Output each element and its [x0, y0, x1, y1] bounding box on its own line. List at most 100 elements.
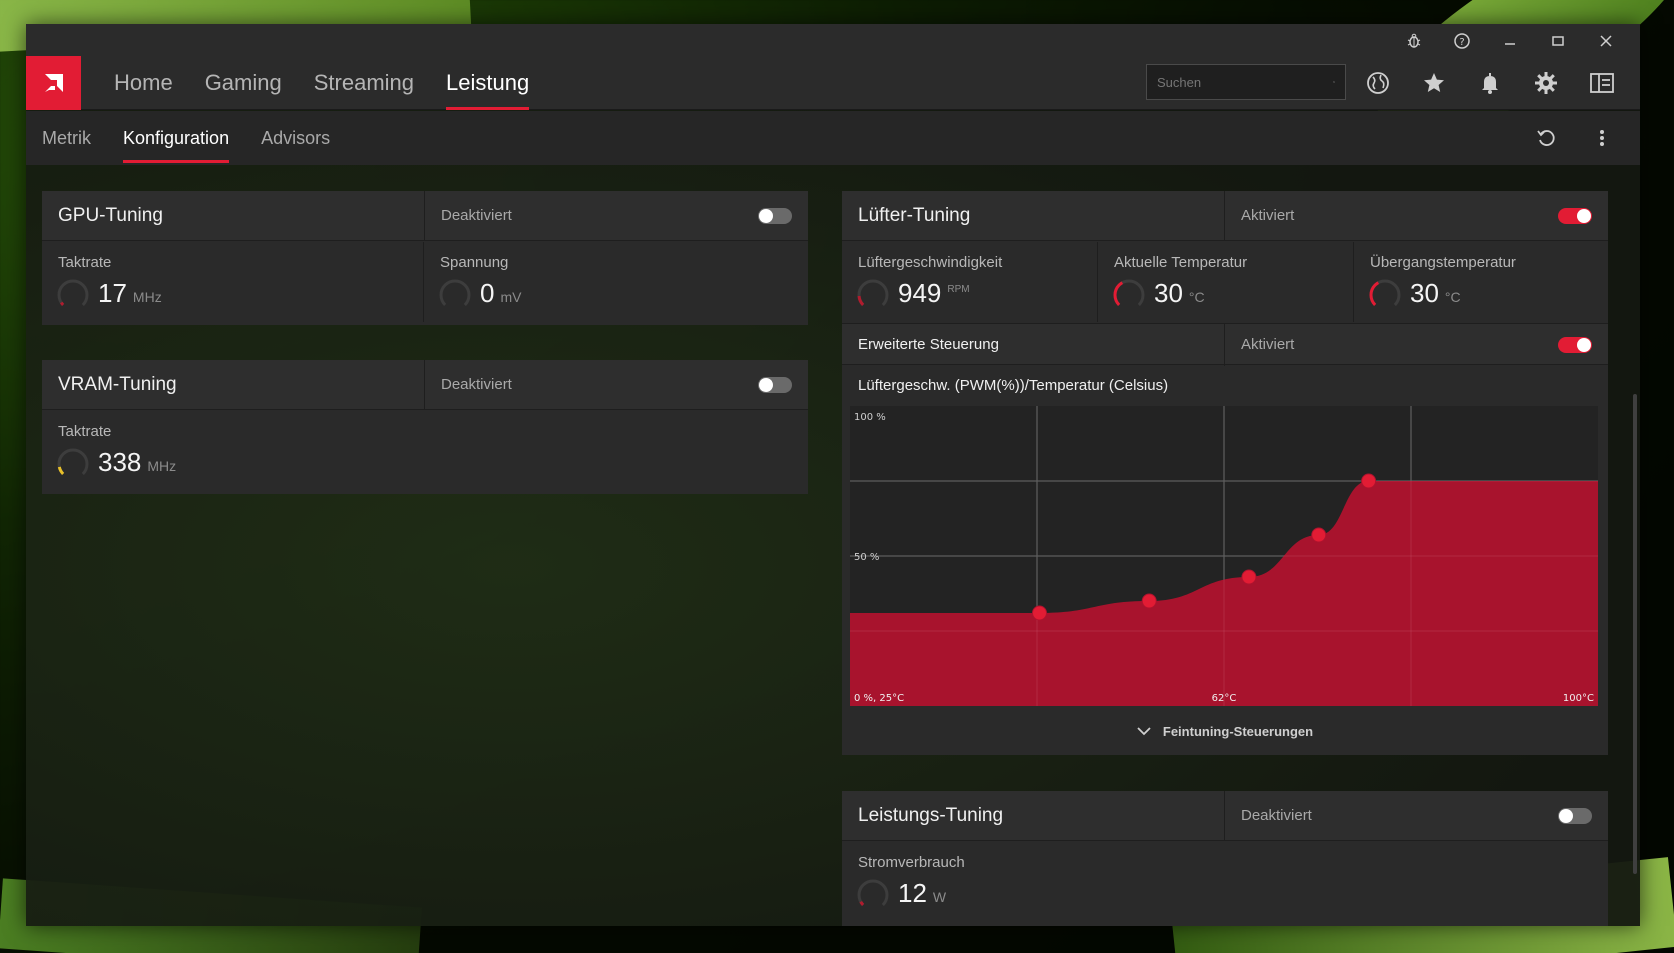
metric-value: 12	[898, 878, 927, 908]
panel-title: Lüfter-Tuning	[858, 205, 971, 226]
close-icon[interactable]	[1582, 30, 1630, 52]
panel-title: GPU-Tuning	[58, 205, 163, 226]
power-tuning-toggle[interactable]	[1558, 808, 1592, 824]
star-icon[interactable]	[1406, 56, 1462, 110]
nav-tab-gaming[interactable]: Gaming	[189, 56, 298, 110]
minimize-icon[interactable]	[1486, 30, 1534, 52]
sub-tab-advisors[interactable]: Advisors	[245, 111, 346, 165]
metric-unit: °C	[1444, 289, 1461, 305]
panel-title: Leistungs-Tuning	[858, 805, 1004, 826]
metric-junction-temp: Übergangstemperatur 30 °C	[1354, 242, 1608, 322]
nav-tab-leistung[interactable]: Leistung	[430, 56, 545, 110]
metric-label: Stromverbrauch	[858, 854, 965, 871]
fan-curve-title: Lüftergeschw. (PWM(%))/Temperatur (Celsi…	[858, 377, 1169, 394]
metric-label: Aktuelle Temperatur	[1114, 254, 1248, 271]
y-label-max: 100 %	[854, 412, 886, 423]
vram-tuning-toggle[interactable]	[758, 377, 792, 393]
y-label-mid: 50 %	[854, 552, 879, 563]
globe-icon[interactable]	[1350, 56, 1406, 110]
metric-label: Lüftergeschwindigkeit	[858, 254, 1003, 271]
status-label: Deaktiviert	[424, 191, 808, 241]
curve-point[interactable]	[1311, 527, 1327, 543]
gauge-icon	[857, 879, 889, 911]
sidebar-icon[interactable]	[1574, 56, 1630, 110]
panel-title: VRAM-Tuning	[58, 374, 177, 395]
finetune-toggle[interactable]: Feintuning-Steuerungen	[842, 711, 1608, 751]
metric-unit: mV	[500, 289, 522, 305]
status-label: Deaktiviert	[1224, 791, 1608, 841]
curve-point[interactable]	[1241, 569, 1257, 585]
chevron-down-icon	[1137, 727, 1151, 736]
metric-unit: °C	[1188, 289, 1205, 305]
gpu-tuning-panel: GPU-Tuning Deaktiviert Taktrate 17 MHz Sp…	[42, 191, 808, 325]
status-label: Deaktiviert	[424, 360, 808, 410]
metric-value: 30	[1154, 278, 1183, 308]
gear-icon[interactable]	[1518, 56, 1574, 110]
curve-point[interactable]	[1141, 593, 1157, 609]
metric-value: 949	[898, 278, 942, 308]
status-label: Aktiviert	[1224, 191, 1608, 241]
search-icon[interactable]	[1333, 73, 1335, 91]
metric-unit: MHz	[147, 458, 177, 474]
x-label-min: 0 %, 25°C	[854, 693, 904, 704]
bug-icon[interactable]	[1390, 30, 1438, 52]
finetune-label: Feintuning-Steuerungen	[1162, 723, 1314, 739]
gauge-icon	[857, 279, 889, 311]
metric-unit: MHz	[132, 289, 162, 305]
amd-logo[interactable]	[26, 56, 81, 110]
metric-value: 30	[1410, 278, 1439, 308]
search-box[interactable]	[1146, 64, 1346, 100]
maximize-icon[interactable]	[1534, 30, 1582, 52]
x-label-mid: 62°C	[1212, 693, 1237, 704]
metric-taktrate: Taktrate 17 MHz	[42, 242, 424, 322]
metric-fan-speed: Lüftergeschwindigkeit 949 RPM	[842, 242, 1098, 322]
fan-curve-chart[interactable]: 100 % 50 % 0 %, 25°C 62°C 100°C	[850, 406, 1598, 706]
nav-tab-home[interactable]: Home	[98, 56, 189, 110]
metric-label: Taktrate	[58, 254, 112, 271]
metric-label: Taktrate	[58, 423, 112, 440]
nav-tab-streaming[interactable]: Streaming	[298, 56, 430, 110]
metric-unit: RPM	[947, 284, 970, 295]
metric-current-temp: Aktuelle Temperatur 30 °C	[1098, 242, 1354, 322]
gauge-icon	[57, 279, 89, 311]
reset-icon[interactable]	[1518, 111, 1574, 165]
metric-value: 0	[480, 278, 495, 308]
metric-taktrate: Taktrate 338 MHz	[42, 411, 808, 491]
vram-tuning-panel: VRAM-Tuning Deaktiviert Taktrate 338 MHz	[42, 360, 808, 494]
gauge-icon	[1113, 279, 1145, 311]
sub-tab-metrik[interactable]: Metrik	[26, 111, 107, 165]
more-icon[interactable]	[1574, 111, 1630, 165]
gpu-tuning-toggle[interactable]	[758, 208, 792, 224]
metric-power: Stromverbrauch 12 W	[842, 842, 1608, 922]
gauge-icon	[57, 448, 89, 480]
metric-label: Spannung	[440, 254, 509, 271]
advanced-control-label: Erweiterte Steuerung	[858, 336, 999, 353]
metric-value: 338	[98, 447, 142, 477]
curve-point[interactable]	[1031, 605, 1047, 621]
metric-spannung: Spannung 0 mV	[424, 242, 808, 322]
metric-value: 17	[98, 278, 127, 308]
help-icon[interactable]: ?	[1438, 30, 1486, 52]
curve-point[interactable]	[1361, 473, 1377, 489]
advanced-control-toggle[interactable]	[1558, 337, 1592, 353]
svg-text:?: ?	[1459, 37, 1464, 48]
metric-label: Übergangstemperatur	[1370, 254, 1516, 271]
app-window: ? Home Gaming Streaming Leistung Suchen …	[26, 24, 1640, 926]
advanced-control-row: Erweiterte Steuerung Aktiviert	[842, 323, 1608, 366]
status-label: Aktiviert	[1224, 324, 1608, 366]
gauge-icon	[439, 279, 471, 311]
fan-tuning-toggle[interactable]	[1558, 208, 1592, 224]
x-label-max: 100°C	[1563, 693, 1594, 704]
title-bar: ?	[26, 24, 1640, 56]
fan-curve-svg[interactable]: 100 % 50 % 0 %, 25°C 62°C 100°C	[850, 406, 1598, 706]
sub-nav: Metrik Konfiguration Advisors	[26, 111, 1640, 165]
metric-unit: W	[932, 889, 947, 905]
bell-icon[interactable]	[1462, 56, 1518, 110]
gauge-icon	[1369, 279, 1401, 311]
fan-tuning-panel: Lüfter-Tuning Aktiviert Lüftergeschwindi…	[842, 191, 1608, 755]
search-input[interactable]	[1157, 74, 1333, 90]
main-nav: Home Gaming Streaming Leistung	[26, 56, 1640, 110]
scrollbar[interactable]	[1633, 394, 1637, 874]
sub-tab-konfiguration[interactable]: Konfiguration	[107, 111, 245, 165]
power-tuning-panel: Leistungs-Tuning Deaktiviert Stromverbra…	[842, 791, 1608, 926]
